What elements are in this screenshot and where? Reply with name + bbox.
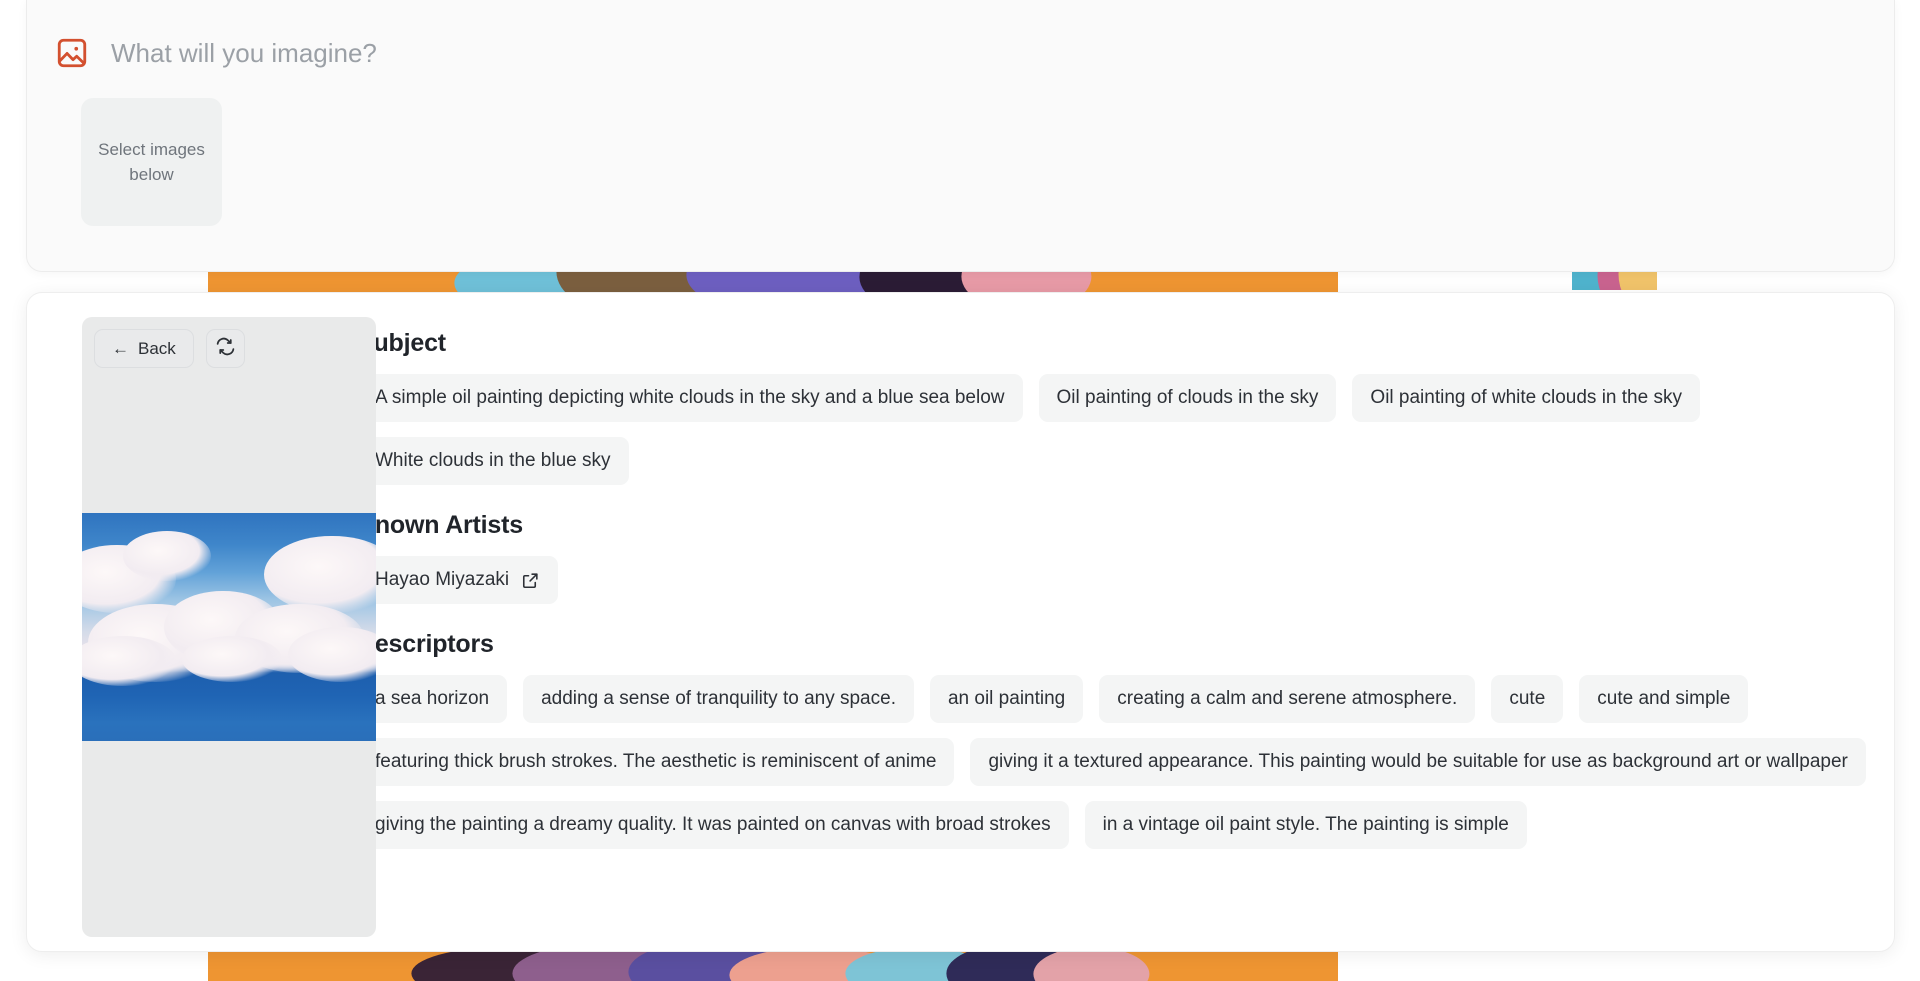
back-arrow-icon: ← bbox=[112, 338, 129, 358]
descriptor-tag[interactable]: cute and simple bbox=[1579, 675, 1749, 723]
image-detail-panel: ← Back Subject A simple oil painting dep… bbox=[26, 292, 1895, 952]
section-title-subject: Subject bbox=[357, 329, 446, 357]
detail-thumbnail-image bbox=[82, 513, 376, 741]
descriptors-tag-list: a sea horizon adding a sense of tranquil… bbox=[357, 675, 1870, 849]
artist-tag[interactable]: Hayao Miyazaki bbox=[357, 556, 559, 604]
subject-tag[interactable]: A simple oil painting depicting white cl… bbox=[357, 374, 1023, 422]
subject-tag[interactable]: White clouds in the blue sky bbox=[357, 437, 629, 485]
search-input[interactable] bbox=[111, 37, 1894, 69]
known-artists-tag-list: Hayao Miyazaki bbox=[357, 556, 1870, 604]
section-known-artists: Known Artists Hayao Miyazaki bbox=[357, 511, 1870, 604]
section-descriptors: Descriptors a sea horizon adding a sense… bbox=[357, 630, 1870, 849]
descriptor-tag[interactable]: an oil painting bbox=[929, 675, 1084, 723]
external-link-icon bbox=[521, 571, 540, 590]
detail-left-column: ← Back bbox=[27, 293, 376, 951]
section-title-known-artists: Known Artists bbox=[357, 511, 523, 539]
search-row bbox=[27, 0, 1894, 70]
back-button[interactable]: ← Back bbox=[94, 329, 194, 368]
gallery-artwork bbox=[411, 950, 1150, 981]
detail-right-column: Subject A simple oil painting depicting … bbox=[323, 293, 1894, 951]
refresh-icon bbox=[215, 336, 236, 362]
select-images-below-label: Select images below bbox=[98, 140, 205, 184]
detail-thumbnail-frame[interactable] bbox=[82, 317, 376, 937]
select-images-below-box[interactable]: Select images below bbox=[81, 98, 222, 226]
app-root: Select images below ← bbox=[0, 0, 1920, 981]
artist-tag-label: Hayao Miyazaki bbox=[375, 569, 510, 590]
detail-toolbar: ← Back bbox=[82, 317, 245, 368]
shuffle-button[interactable] bbox=[205, 329, 245, 368]
subject-tag-list: A simple oil painting depicting white cl… bbox=[357, 374, 1870, 485]
descriptor-tag[interactable]: a sea horizon bbox=[357, 675, 508, 723]
descriptor-tag[interactable]: giving it a textured appearance. This pa… bbox=[970, 738, 1866, 786]
section-title-descriptors: Descriptors bbox=[357, 630, 494, 658]
gallery-image-card[interactable] bbox=[208, 950, 1338, 981]
section-subject: Subject A simple oil painting depicting … bbox=[357, 329, 1870, 485]
back-button-label: Back bbox=[138, 338, 176, 358]
descriptor-tag[interactable]: adding a sense of tranquility to any spa… bbox=[523, 675, 914, 723]
image-icon bbox=[55, 36, 89, 70]
descriptor-tag[interactable]: featuring thick brush strokes. The aesth… bbox=[357, 738, 955, 786]
descriptor-tag[interactable]: giving the painting a dreamy quality. It… bbox=[357, 801, 1069, 849]
descriptor-tag[interactable]: cute bbox=[1491, 675, 1564, 723]
descriptor-tag[interactable]: creating a calm and serene atmosphere. bbox=[1099, 675, 1476, 723]
subject-tag[interactable]: Oil painting of clouds in the sky bbox=[1038, 374, 1337, 422]
subject-tag[interactable]: Oil painting of white clouds in the sky bbox=[1352, 374, 1700, 422]
descriptor-tag[interactable]: in a vintage oil paint style. The painti… bbox=[1084, 801, 1527, 849]
prompt-search-panel: Select images below bbox=[26, 0, 1895, 272]
